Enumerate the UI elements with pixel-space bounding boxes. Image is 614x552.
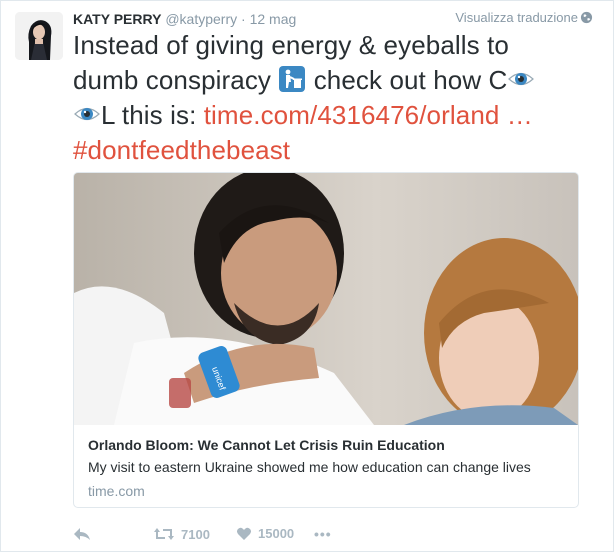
translate-link[interactable]: Visualizza traduzione	[455, 10, 578, 26]
tweet-text: Instead of giving energy & eyeballs to d…	[73, 28, 573, 168]
link-card[interactable]: unicef Orlando Bloom: We Cannot Let Cris…	[73, 172, 579, 508]
card-image[interactable]: unicef	[74, 173, 578, 428]
author-name[interactable]: KATY PERRY	[73, 11, 161, 27]
tweet-text-part3: L this is:	[101, 100, 204, 130]
tweet-date[interactable]: 12 mag	[250, 11, 297, 27]
retweet-button[interactable]: 7100	[153, 526, 210, 542]
author-handle[interactable]: @katyperry	[165, 11, 237, 27]
like-button[interactable]: 15000	[236, 526, 294, 541]
like-count: 15000	[258, 526, 295, 541]
more-button[interactable]: •••	[314, 526, 332, 542]
tweet: KATY PERRY @katyperry · 12 mag Visualizz…	[0, 0, 614, 552]
separator: ·	[241, 11, 246, 27]
retweet-count: 7100	[181, 526, 210, 542]
reply-icon	[74, 528, 90, 540]
avatar[interactable]	[15, 12, 63, 60]
hashtag-link[interactable]: #dontfeedthebeast	[73, 135, 290, 165]
tweet-text-part2: check out how C	[306, 65, 508, 95]
tweet-header: KATY PERRY @katyperry · 12 mag	[73, 10, 296, 28]
card-description: My visit to eastern Ukraine showed me ho…	[88, 459, 531, 475]
card-title[interactable]: Orlando Bloom: We Cannot Let Crisis Ruin…	[88, 437, 445, 453]
card-domain: time.com	[88, 483, 145, 499]
eye-emoji-icon	[508, 72, 535, 86]
globe-icon[interactable]	[580, 11, 593, 24]
card-body[interactable]: Orlando Bloom: We Cannot Let Crisis Ruin…	[74, 425, 578, 507]
article-link[interactable]: time.com/4316476/orland …	[204, 100, 533, 130]
retweet-icon	[154, 528, 174, 540]
heart-icon	[237, 527, 251, 540]
litter-in-bin-emoji-icon	[279, 66, 306, 92]
more-icon: •••	[314, 526, 332, 542]
eye-emoji-icon-2	[74, 107, 100, 121]
reply-button[interactable]	[73, 526, 91, 542]
